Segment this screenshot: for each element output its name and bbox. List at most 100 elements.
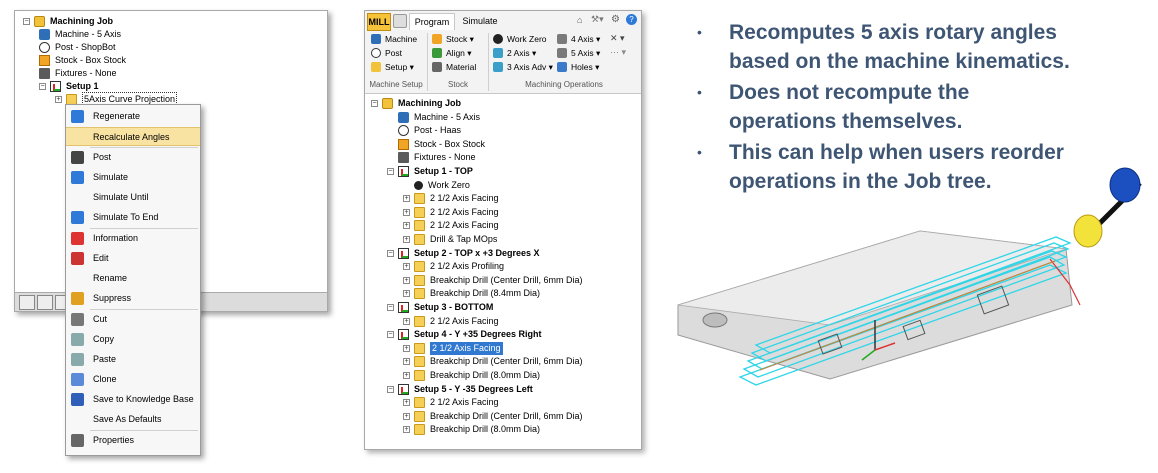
tree-item[interactable]: Stock - Box Stock xyxy=(39,54,126,67)
expand-toggle-icon[interactable]: + xyxy=(403,399,410,407)
expand-toggle-icon[interactable]: + xyxy=(403,208,410,216)
expand-toggle-icon[interactable]: + xyxy=(403,372,410,379)
job-tree-item[interactable]: +2 1/2 Axis Facing xyxy=(403,341,503,355)
collapse-ribbon-icon[interactable]: ⌂ xyxy=(577,15,582,25)
job-tree-item[interactable]: +2 1/2 Axis Facing xyxy=(403,219,499,232)
tab-program[interactable]: Program xyxy=(409,13,455,30)
job-tree-item[interactable]: − Setup 1 - TOP xyxy=(387,165,473,178)
job-tree-item[interactable]: +2 1/2 Axis Facing xyxy=(403,315,499,328)
expand-toggle-icon[interactable]: + xyxy=(403,222,410,230)
tools-tab-button[interactable] xyxy=(37,295,53,310)
five-axis-button[interactable]: 5 Axis ▾ xyxy=(557,47,600,59)
expand-toggle-icon[interactable]: + xyxy=(403,276,410,284)
folder-icon xyxy=(414,397,425,409)
expand-toggle-icon[interactable]: + xyxy=(403,290,410,298)
machine-button[interactable]: Machine xyxy=(371,33,417,45)
menu-item-clone[interactable]: Clone xyxy=(66,370,200,389)
job-tree-item[interactable]: +2 1/2 Axis Profiling xyxy=(403,260,504,273)
three-axis-adv-button[interactable]: 3 Axis Adv ▾ xyxy=(493,61,553,73)
menu-item-recalculate-angles[interactable]: Recalculate Angles xyxy=(66,127,200,146)
expand-toggle-icon[interactable]: + xyxy=(403,344,410,352)
misc-op-icon[interactable]: ⋯ ▾ xyxy=(610,47,626,58)
expand-toggle-icon[interactable]: + xyxy=(55,96,62,103)
four-axis-button[interactable]: 4 Axis ▾ xyxy=(557,33,600,45)
expand-toggle-icon[interactable]: + xyxy=(403,317,410,325)
expand-toggle-icon[interactable]: + xyxy=(403,263,410,271)
tab-mill[interactable]: MILL xyxy=(367,13,391,31)
expand-toggle-icon[interactable]: − xyxy=(387,304,394,311)
job-tree-item[interactable]: + Breakchip Drill (Center Drill, 6mm Dia) xyxy=(403,274,583,287)
stock-button[interactable]: Stock ▾ xyxy=(432,33,474,45)
job-tree-item[interactable]: + Breakchip Drill (Center Drill, 6mm Dia) xyxy=(403,410,583,423)
menu-item-simulate-to-end[interactable]: Simulate To End xyxy=(66,208,200,227)
setup-button[interactable]: Setup ▾ xyxy=(371,61,414,73)
material-button[interactable]: Material xyxy=(432,61,476,73)
job-tree-item[interactable]: + Breakchip Drill (Center Drill, 6mm Dia) xyxy=(403,355,583,368)
align-button[interactable]: Align ▾ xyxy=(432,47,472,59)
job-tree-item[interactable]: Work Zero xyxy=(403,179,470,192)
expand-toggle-icon[interactable]: + xyxy=(403,236,410,243)
tool-x-icon[interactable]: ✕ ▾ xyxy=(610,33,625,44)
help-icon[interactable]: ? xyxy=(626,14,637,25)
expand-toggle-icon[interactable]: − xyxy=(371,100,378,107)
job-tree-item[interactable]: Fixtures - None xyxy=(387,151,476,164)
tree-item[interactable]: Fixtures - None xyxy=(39,67,117,80)
expand-toggle-icon[interactable]: + xyxy=(403,358,410,366)
menu-item-suppress[interactable]: Suppress xyxy=(66,289,200,308)
part-toolpath-illustration xyxy=(677,167,1142,386)
menu-item-copy[interactable]: Copy xyxy=(66,330,200,349)
work-zero-button[interactable]: Work Zero xyxy=(493,33,547,45)
job-tree-item[interactable]: − Setup 5 - Y -35 Degrees Left xyxy=(387,383,533,396)
tree-item[interactable]: Post - ShopBot xyxy=(39,41,116,54)
tree-item[interactable]: − Machining Job xyxy=(23,15,113,28)
job-tree-item[interactable]: + Breakchip Drill (8.4mm Dia) xyxy=(403,287,540,300)
menu-item-cut[interactable]: Cut xyxy=(66,310,200,329)
job-tab-button[interactable] xyxy=(19,295,35,310)
menu-item-rename[interactable]: Rename xyxy=(66,269,200,288)
menu-item-information[interactable]: Information xyxy=(66,229,200,248)
expand-toggle-icon[interactable]: − xyxy=(39,83,46,90)
menu-item-edit[interactable]: Edit xyxy=(66,249,200,268)
expand-toggle-icon[interactable]: − xyxy=(387,385,394,393)
tools-icon[interactable]: ⚒▾ xyxy=(591,14,604,25)
quick-access-icon[interactable] xyxy=(393,14,407,28)
expand-toggle-icon[interactable]: + xyxy=(403,426,410,434)
menu-item-regenerate[interactable]: Regenerate xyxy=(66,107,200,126)
menu-item-save-as-defaults[interactable]: Save As Defaults xyxy=(66,410,200,429)
holes-button[interactable]: Holes ▾ xyxy=(557,61,599,73)
job-tree-item[interactable]: +2 1/2 Axis Facing xyxy=(403,192,499,205)
dropdown-arrow-icon: ▾ xyxy=(593,34,601,44)
post-button[interactable]: Post xyxy=(371,47,402,59)
menu-item-post[interactable]: Post xyxy=(66,148,200,167)
expand-toggle-icon[interactable]: + xyxy=(403,195,410,203)
job-tree-item[interactable]: Stock - Box Stock xyxy=(387,138,485,151)
menu-item-simulate-until[interactable]: Simulate Until xyxy=(66,188,200,207)
job-tree-item[interactable]: Machine - 5 Axis xyxy=(387,111,480,124)
expand-toggle-icon[interactable]: − xyxy=(387,168,394,175)
job-tree-item[interactable]: − Setup 4 - Y +35 Degrees Right xyxy=(387,328,541,341)
tree-item[interactable]: Machine - 5 Axis xyxy=(39,28,121,41)
menu-item-save-to-knowledge-base[interactable]: Save to Knowledge Base xyxy=(66,390,200,409)
job-tree-item[interactable]: +2 1/2 Axis Facing xyxy=(403,206,499,219)
expand-toggle-icon[interactable]: − xyxy=(387,249,394,257)
expand-toggle-icon[interactable]: − xyxy=(23,18,30,25)
setup-icon xyxy=(398,166,409,177)
gear-icon[interactable]: ⚙ xyxy=(611,14,620,25)
menu-item-properties[interactable]: Properties xyxy=(66,431,200,450)
menu-item-label: Regenerate xyxy=(93,111,141,121)
menu-item-simulate[interactable]: Simulate xyxy=(66,168,200,187)
menu-item-paste[interactable]: Paste xyxy=(66,350,200,369)
job-tree-item[interactable]: − Setup 2 - TOP x +3 Degrees X xyxy=(387,247,539,260)
tab-simulate[interactable]: Simulate xyxy=(457,13,503,29)
group-label-stock: Stock xyxy=(447,80,468,89)
job-tree-item[interactable]: − Machining Job xyxy=(371,97,461,110)
job-tree-item[interactable]: +2 1/2 Axis Facing xyxy=(403,396,499,409)
job-tree-item[interactable]: + Breakchip Drill (8.0mm Dia) xyxy=(403,369,540,382)
expand-toggle-icon[interactable]: − xyxy=(387,331,394,339)
job-tree-item[interactable]: + Breakchip Drill (8.0mm Dia) xyxy=(403,423,540,436)
two-axis-button[interactable]: 2 Axis ▾ xyxy=(493,47,536,59)
expand-toggle-icon[interactable]: + xyxy=(403,412,410,420)
job-tree-item[interactable]: + Drill & Tap MOps xyxy=(403,233,497,246)
job-tree-item[interactable]: Post - Haas xyxy=(387,124,461,137)
job-tree-item[interactable]: − Setup 3 - BOTTOM xyxy=(387,301,493,314)
